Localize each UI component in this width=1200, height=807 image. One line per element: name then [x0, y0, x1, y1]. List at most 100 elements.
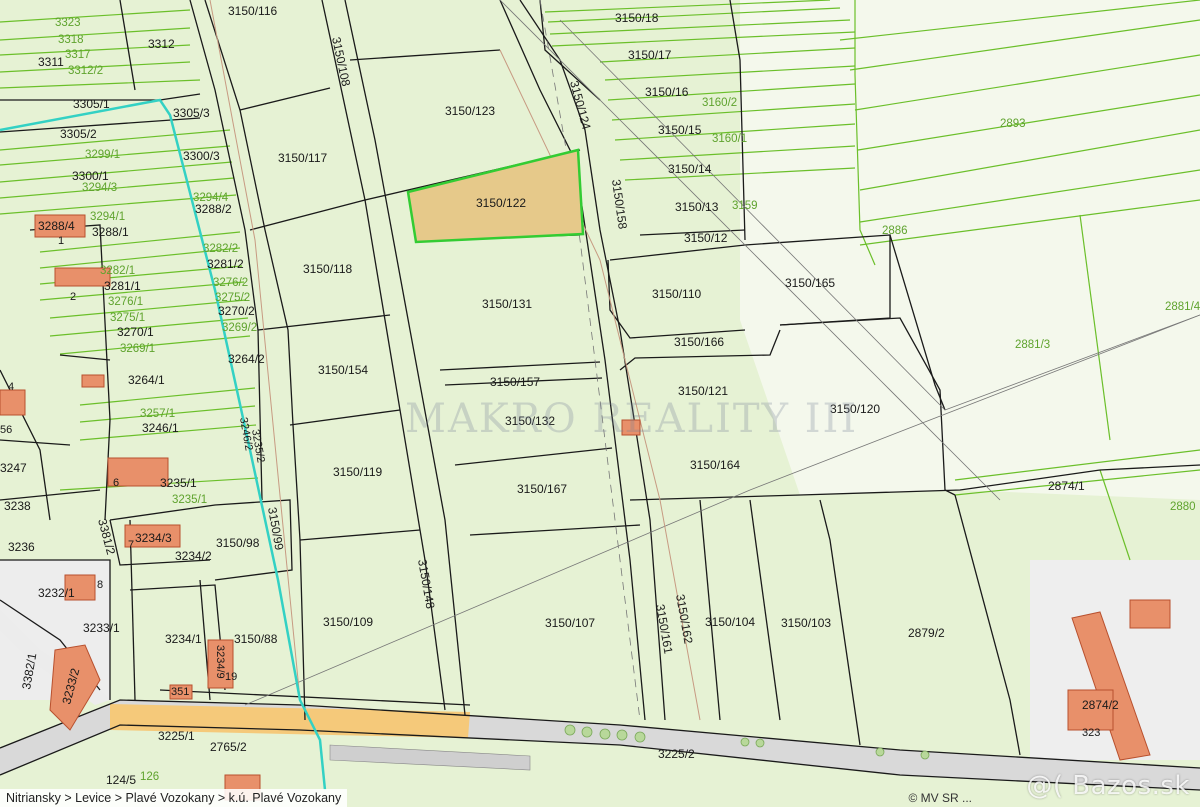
land-use-label: 3294/3: [82, 182, 117, 194]
parcel-label: 3305/1: [73, 97, 110, 111]
parcel-label: 2879/2: [908, 626, 945, 640]
land-use-label: 3294/1: [90, 211, 125, 223]
parcel-label: 3150/104: [705, 615, 755, 629]
land-use-label: 3276/1: [108, 296, 143, 308]
building-number: 8: [97, 579, 103, 591]
parcel-label: 3150/164: [690, 458, 740, 472]
parcel-label: 3300/3: [183, 149, 220, 163]
parcel-label: 3150/14: [668, 162, 712, 176]
bazos-watermark: @( Bazos.sk: [1026, 771, 1190, 801]
land-use-label: 3282/1: [100, 265, 135, 277]
parcel-label: 3305/2: [60, 127, 97, 141]
parcel-label: 3300/1: [72, 169, 109, 183]
land-use-label: 126: [140, 771, 159, 783]
land-use-label: 3294/4: [193, 192, 229, 204]
land-use-label: 3317: [65, 49, 91, 61]
parcel-label: 3150/118: [303, 262, 352, 276]
parcel-label: 3305/3: [173, 106, 210, 120]
building-number: 4: [8, 381, 14, 393]
land-use-label: 3159: [732, 200, 758, 212]
parcel-label: 3150/157: [490, 375, 540, 389]
land-use-label: 2881/3: [1015, 339, 1050, 351]
land-use-label: 3318: [58, 34, 84, 46]
parcel-label: 124/5: [106, 773, 136, 787]
building-number: 323: [1082, 727, 1100, 739]
parcel-label: 3150/12: [684, 231, 728, 245]
parcel-label: 3150/154: [318, 363, 368, 377]
land-use-label: 2886: [882, 225, 908, 237]
parcel-label: 3264/2: [228, 352, 265, 366]
building-number: 19: [225, 671, 237, 683]
parcel-label: 3150/98: [216, 536, 260, 550]
parcel-label: 3225/1: [158, 729, 195, 743]
parcel-label: 3234/3: [135, 531, 172, 545]
parcel-label: 3247: [0, 461, 27, 475]
building-number: 7: [128, 539, 134, 551]
parcel-label: 3150/13: [675, 200, 719, 214]
land-use-label: 2893: [1000, 118, 1026, 130]
parcel-label: 2874/2: [1082, 698, 1119, 712]
land-use-label: 3275/2: [215, 292, 250, 304]
parcel-label: 3150/123: [445, 104, 495, 118]
land-use-label: 3257/1: [140, 408, 175, 420]
parcel-label: 3233/1: [83, 621, 120, 635]
land-use-label: 3160/1: [712, 133, 747, 145]
parcel-label: 3264/1: [128, 373, 165, 387]
building-number: 2: [70, 291, 76, 303]
parcel-label: 3150/116: [228, 4, 277, 18]
parcel-label: 3235/1: [160, 476, 197, 490]
parcel-label: 3270/1: [117, 325, 154, 339]
map-attribution: © MV SR ...: [908, 791, 972, 805]
parcel-label: 3232/1: [38, 586, 75, 600]
parcel-label: 3150/107: [545, 616, 595, 630]
parcel-label: 3150/131: [482, 297, 532, 311]
parcel-label: 3238: [4, 499, 31, 513]
parcel-label: 3311: [38, 55, 64, 69]
parcel-label: 3150/117: [278, 151, 327, 165]
parcel-label: 3234/2: [175, 549, 212, 563]
parcel-label: 3288/4: [38, 219, 75, 233]
parcel-label: 3150/18: [615, 11, 659, 25]
parcel-label: 3246/1: [142, 421, 179, 435]
location-breadcrumb[interactable]: Nitriansky > Levice > Plavé Vozokany > k…: [0, 789, 348, 807]
land-use-label: 3276/2: [213, 277, 248, 289]
land-use-label: 3269/1: [120, 343, 155, 355]
land-use-label: 3299/1: [85, 149, 120, 161]
parcel-label: 3150/17: [628, 48, 672, 62]
parcel-label: 3288/2: [195, 202, 232, 216]
parcel-label: 2765/2: [210, 740, 247, 754]
parcel-label: 3236: [8, 540, 35, 554]
land-use-label: 3269/2: [222, 322, 257, 334]
parcel-label: 3150/109: [323, 615, 373, 629]
parcel-label: 3281/1: [104, 279, 141, 293]
building-number: 56: [0, 424, 12, 436]
parcel-label: 3150/103: [781, 616, 831, 630]
parcel-label: 3150/110: [652, 287, 701, 301]
parcel-label: 351: [171, 686, 189, 698]
parcel-label: 3270/2: [218, 304, 255, 318]
makro-reality-watermark: MAKRO REALITY III: [405, 396, 859, 442]
land-use-label: 3160/2: [702, 97, 737, 109]
parcel-label: 3312: [148, 37, 175, 51]
land-use-label: 2881/4: [1165, 301, 1200, 313]
parcel-label: 3288/1: [92, 225, 129, 239]
parcel-label: 3150/167: [517, 482, 567, 496]
parcel-label: 3150/16: [645, 85, 689, 99]
parcel-label: 2874/1: [1048, 479, 1085, 493]
land-use-label: 3235/1: [172, 494, 207, 506]
land-use-label: 3282/2: [203, 243, 238, 255]
parcel-label: 3150/122: [476, 196, 526, 210]
parcel-label: 3150/165: [785, 276, 835, 290]
parcel-label: 3234/1: [165, 632, 202, 646]
parcel-label: 3150/166: [674, 335, 724, 349]
parcel-label: 3281/2: [207, 257, 244, 271]
parcel-label: 3225/2: [658, 747, 695, 761]
building-number: 1: [58, 235, 64, 247]
parcel-label: 3150/88: [234, 632, 278, 646]
parcel-label: 3150/15: [658, 123, 702, 137]
building-number: 6: [113, 477, 119, 489]
land-use-label: 2880: [1170, 501, 1196, 513]
land-use-label: 3312/2: [68, 65, 103, 77]
parcel-label: 3150/119: [333, 465, 382, 479]
land-use-label: 3323: [55, 17, 81, 29]
